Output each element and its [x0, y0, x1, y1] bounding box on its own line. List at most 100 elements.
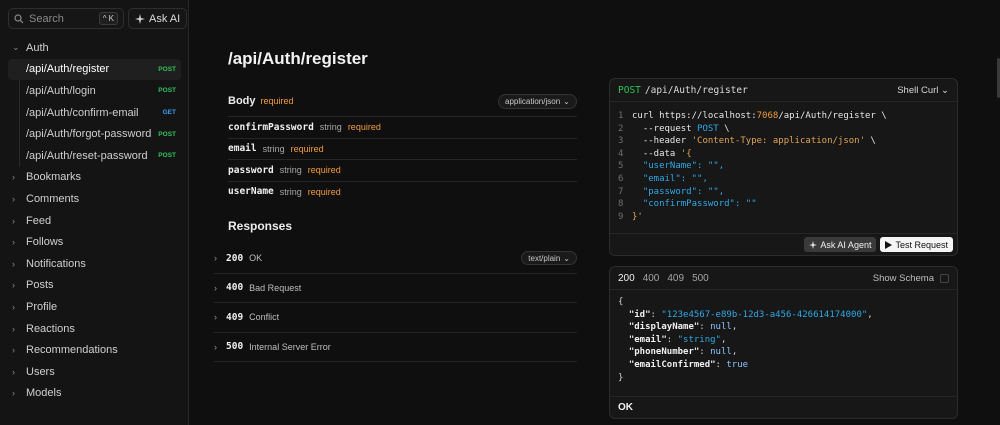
json-token: null [710, 347, 732, 358]
sidebar-group-comments[interactable]: › Comments [8, 188, 181, 210]
body-label: Body [228, 95, 256, 107]
json-token: { [618, 297, 624, 307]
code-token: 'Content-Type: application/json' [691, 136, 865, 147]
sidebar-item-endpoint[interactable]: /api/Auth/confirm-email GET [8, 102, 181, 124]
response-example-card: 200 400 409 500 Show Schema { "id": "123e45… [609, 266, 958, 419]
sidebar-group-profile[interactable]: › Profile [8, 296, 181, 318]
sidebar-group-bookmarks[interactable]: › Bookmarks [8, 167, 181, 189]
tab-409[interactable]: 409 [667, 273, 684, 284]
param-name: password [228, 164, 274, 176]
test-request-button[interactable]: Test Request [880, 237, 953, 252]
param-required: required [307, 165, 341, 176]
json-token: "123e4567-e89b-12d3-a456-426614174000" [661, 309, 868, 320]
body-param-row: password string required [228, 159, 577, 181]
sidebar-group-follows[interactable]: › Follows [8, 231, 181, 253]
tab-500[interactable]: 500 [692, 273, 709, 284]
test-request-label: Test Request [895, 239, 948, 250]
chevron-down-icon: ⌄ [941, 84, 949, 96]
sidebar-group-label: Notifications [26, 257, 86, 270]
chevron-right-icon: › [12, 388, 15, 399]
sidebar-group-feed[interactable]: › Feed [8, 210, 181, 232]
response-status: OK [610, 396, 957, 418]
json-token: , [867, 309, 873, 320]
json-token: : [715, 359, 727, 370]
chevron-right-icon: › [12, 280, 15, 291]
sidebar-group-label: Auth [26, 41, 49, 54]
client-select[interactable]: Shell Curl ⌄ [897, 85, 949, 96]
ask-ai-agent-button[interactable]: Ask AI Agent [804, 237, 877, 252]
param-type: string [279, 186, 302, 197]
sidebar-item-endpoint[interactable]: /api/Auth/reset-password POST [8, 145, 181, 167]
ask-ai-button[interactable]: Ask AI [128, 8, 188, 29]
chevron-right-icon: › [214, 282, 217, 293]
json-token: : [650, 309, 662, 320]
sidebar-group-label: Users [26, 365, 55, 378]
sidebar-group-users[interactable]: › Users [8, 361, 181, 383]
ask-ai-label: Ask AI [149, 12, 181, 25]
response-description: Bad Request [249, 282, 302, 293]
sidebar-item-endpoint[interactable]: /api/Auth/forgot-password POST [8, 123, 181, 145]
search-input[interactable]: Search ^ K [8, 8, 124, 29]
main-content: /api/Auth/register Body required applicat… [190, 0, 1000, 425]
response-json-block: { "id": "123e4567-e89b-12d3-a456-4266141… [610, 290, 957, 384]
search-shortcut-badge: ^ K [98, 12, 118, 25]
response-description: OK [249, 253, 263, 264]
body-param-row: email string required [228, 137, 577, 160]
method-badge: POST [158, 87, 176, 95]
sidebar-group-recommendations[interactable]: › Recommendations [8, 339, 181, 361]
sidebar-group-label: Bookmarks [26, 171, 82, 184]
body-param-row: userName string required [228, 180, 577, 203]
sidebar-item-endpoint[interactable]: /api/Auth/register POST [8, 58, 181, 81]
method-badge: GET [162, 109, 176, 117]
sidebar-group-label: Posts [26, 279, 54, 292]
response-content-type-select[interactable]: text/plain ⌄ [521, 251, 577, 266]
json-token: "string" [677, 334, 721, 345]
json-token: "displayName" [628, 322, 700, 333]
line-number: 9 [618, 211, 624, 222]
show-schema-toggle[interactable]: Show Schema [873, 273, 949, 284]
content-type-select[interactable]: application/json ⌄ [498, 94, 577, 109]
body-heading: Body required [228, 95, 294, 107]
json-line: "id": "123e4567-e89b-12d3-a456-426614174… [618, 309, 949, 322]
code-token: '{ [680, 148, 692, 159]
response-row-500[interactable]: › 500 Internal Server Error [214, 333, 577, 362]
line-number: 7 [618, 186, 624, 197]
json-token: } [618, 372, 624, 383]
sidebar-group-models[interactable]: › Models [8, 383, 181, 405]
sidebar-item-label: /api/Auth/confirm-email [26, 106, 139, 119]
tab-400[interactable]: 400 [643, 273, 660, 284]
page-title: /api/Auth/register [228, 49, 368, 68]
line-number: 2 [618, 123, 624, 134]
code-token: }' [632, 211, 643, 222]
code-token: "confirmPassword": "" [632, 199, 757, 210]
json-token: null [710, 322, 732, 333]
sidebar-item-endpoint[interactable]: /api/Auth/login POST [8, 80, 181, 102]
sidebar-group-reactions[interactable]: › Reactions [8, 318, 181, 340]
response-row-200[interactable]: › 200 OK text/plain ⌄ [214, 244, 577, 274]
response-row-400[interactable]: › 400 Bad Request [214, 274, 577, 303]
code-token: --header [632, 136, 692, 147]
sidebar-group-notifications[interactable]: › Notifications [8, 253, 181, 275]
ask-ai-agent-label: Ask AI Agent [820, 239, 872, 250]
sidebar-group-auth[interactable]: ⌄ Auth [8, 37, 181, 59]
response-row-409[interactable]: › 409 Conflict [214, 303, 577, 333]
sidebar-group-posts[interactable]: › Posts [8, 275, 181, 297]
param-type: string [319, 122, 342, 133]
json-line: "displayName": null, [618, 321, 949, 334]
tab-200[interactable]: 200 [618, 273, 635, 284]
chevron-right-icon: › [12, 237, 15, 248]
line-number: 3 [618, 136, 624, 147]
json-token: , [731, 347, 738, 358]
code-line: 3 --header 'Content-Type: application/js… [618, 135, 949, 148]
method-badge: POST [158, 65, 176, 73]
search-placeholder: Search [29, 12, 64, 25]
chevron-down-icon: ⌄ [563, 97, 570, 106]
show-schema-checkbox[interactable] [940, 273, 949, 283]
json-token: : [699, 347, 711, 358]
code-token: /api/Auth/register \ [778, 111, 887, 121]
body-params: confirmPassword string required email string… [228, 116, 577, 202]
